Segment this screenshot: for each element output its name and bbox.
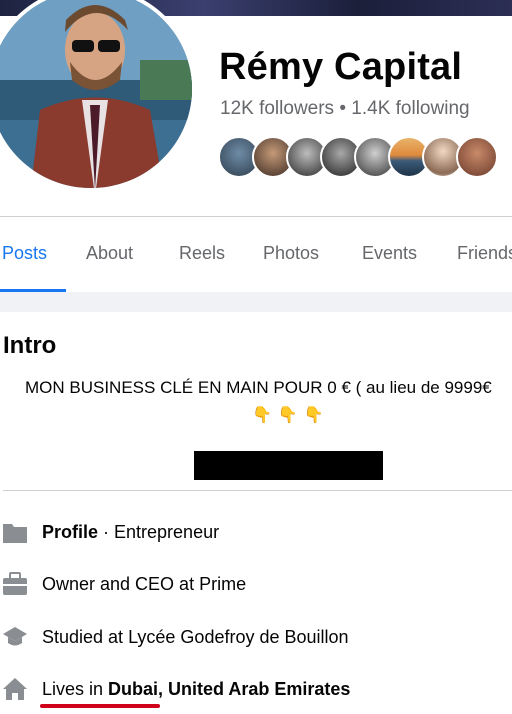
home-icon	[3, 678, 27, 700]
intro-divider	[3, 490, 512, 491]
bio-emojis: 👇 👇 👇	[252, 405, 324, 425]
intro-bio: MON BUSINESS CLÉ EN MAIN POUR 0 € ( au l…	[25, 378, 492, 397]
intro-heading: Intro	[3, 332, 57, 359]
profile-avatar[interactable]	[0, 0, 196, 192]
briefcase-icon	[3, 572, 27, 595]
profile-tabs: Posts About Reels Photos Events Friends	[0, 217, 512, 292]
lives-place-link[interactable]: Dubai, United Arab Emirates	[108, 679, 350, 699]
tab-posts[interactable]: Posts	[2, 243, 47, 264]
lives-prefix: Lives in	[42, 679, 109, 699]
friend-avatar[interactable]	[456, 136, 498, 178]
detail-work: Owner and CEO at Prime	[0, 570, 512, 600]
profile-sep: ·	[98, 522, 115, 542]
detail-lives: Lives in Dubai, United Arab Emirates	[0, 675, 512, 705]
redacted-link	[194, 451, 383, 480]
profile-category: Entrepreneur	[114, 522, 220, 542]
red-annotation-underline	[40, 704, 160, 708]
pointing-down-icon: 👇	[252, 407, 272, 424]
follow-counts: 12K followers • 1.4K following	[220, 98, 470, 120]
pointing-down-icon: 👇	[303, 407, 324, 424]
section-separator	[0, 292, 512, 312]
tab-about[interactable]: About	[86, 243, 133, 264]
work-text: Owner and CEO at Prime	[42, 574, 247, 594]
tab-events[interactable]: Events	[362, 243, 417, 264]
folder-icon	[3, 524, 27, 543]
tab-reels[interactable]: Reels	[179, 243, 225, 264]
tab-photos[interactable]: Photos	[263, 243, 319, 264]
graduation-cap-icon	[3, 627, 27, 646]
following-link[interactable]: 1.4K following	[351, 98, 469, 119]
tab-friends[interactable]: Friends	[457, 243, 512, 264]
friend-avatars	[218, 136, 498, 178]
separator-dot: •	[339, 98, 346, 119]
detail-profile: Profile · Entrepreneur	[0, 518, 512, 548]
avatar-image	[0, 0, 192, 188]
detail-education: Studied at Lycée Godefroy de Bouillon	[0, 623, 512, 653]
pointing-down-icon: 👇	[277, 407, 298, 424]
profile-name: Rémy Capital	[219, 46, 463, 88]
profile-label: Profile	[42, 522, 99, 542]
education-text: Studied at Lycée Godefroy de Bouillon	[42, 627, 349, 647]
followers-link[interactable]: 12K followers	[220, 98, 334, 119]
